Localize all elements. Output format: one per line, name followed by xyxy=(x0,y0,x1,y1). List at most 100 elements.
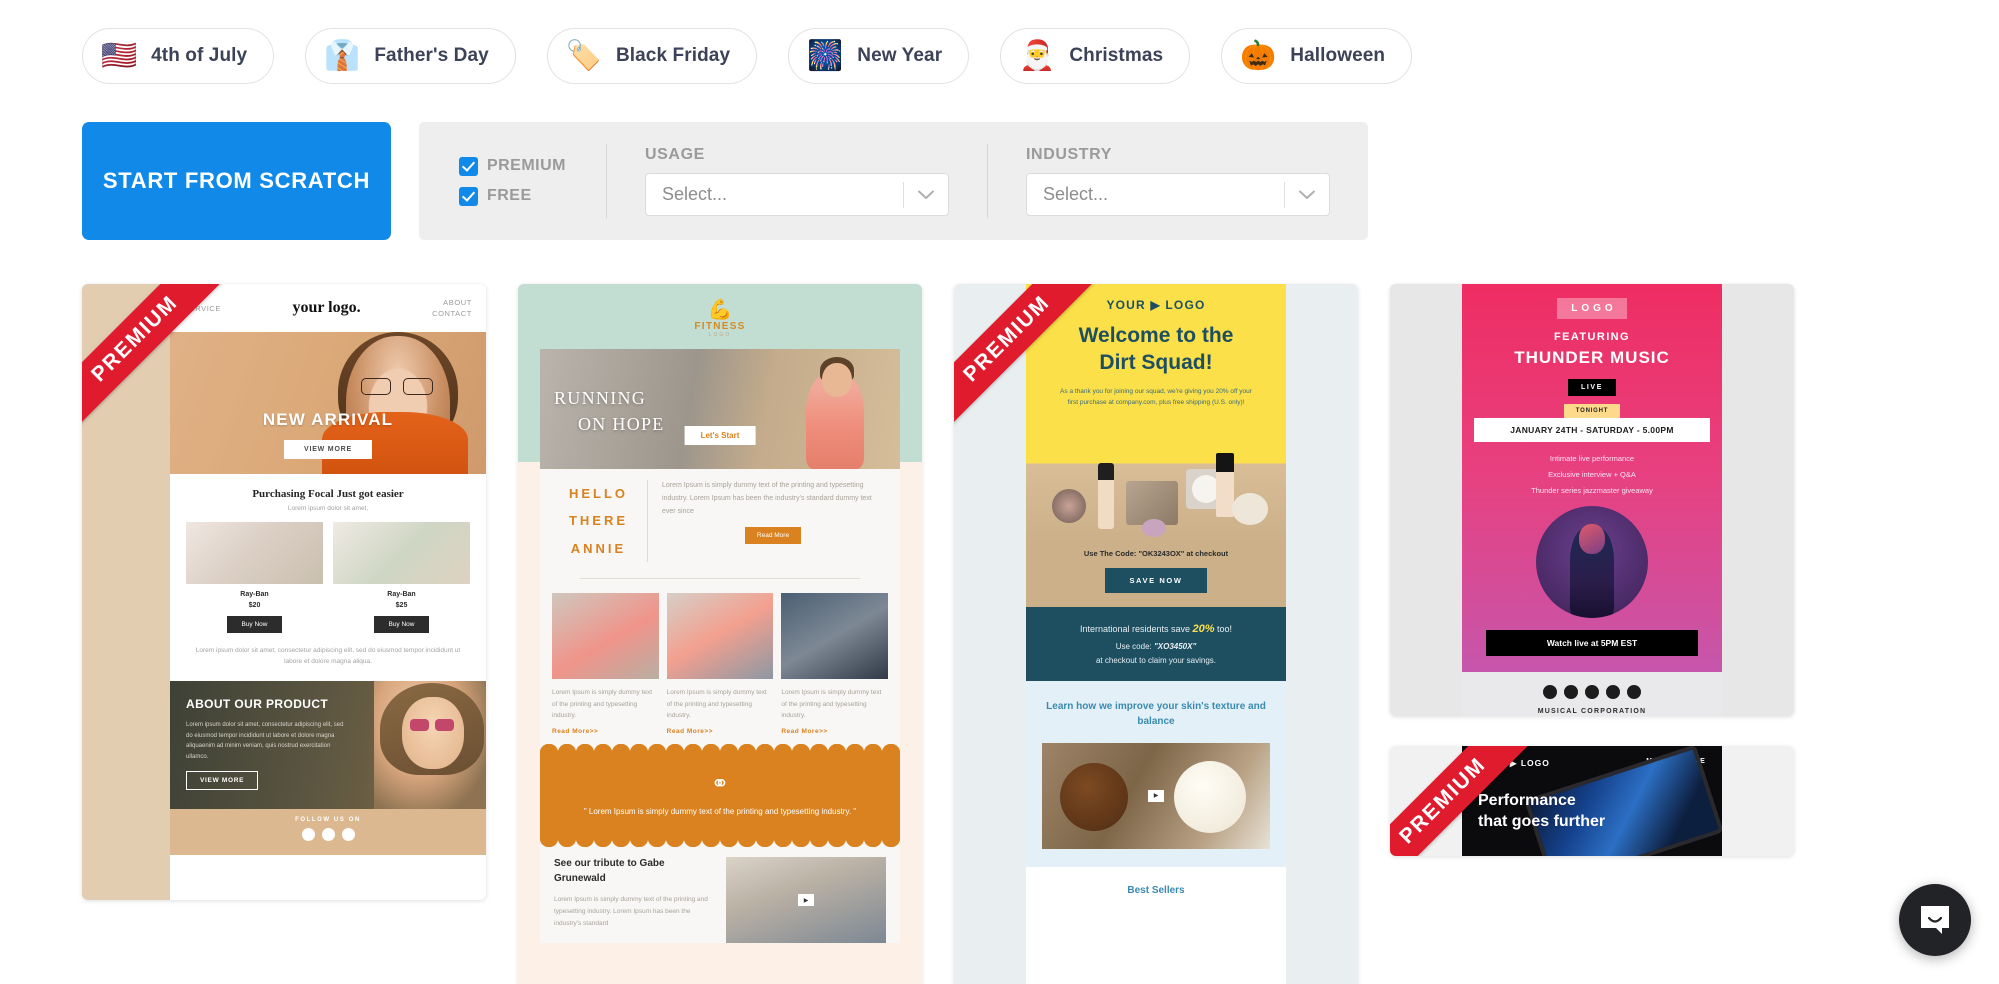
youtube-icon xyxy=(1627,685,1641,700)
industry-select-value: Select... xyxy=(1043,184,1109,204)
hero-line-1: RUNNING xyxy=(554,388,647,408)
about-heading: ABOUT OUR PRODUCT xyxy=(186,697,329,712)
item-caption: Lorem Ipsum is simply dummy text of the … xyxy=(781,688,882,720)
chevron-down-icon[interactable] xyxy=(1285,190,1329,200)
item-image xyxy=(666,592,774,679)
email-preview: SERVICE your logo. ABOUT CONTACT NEW ARR… xyxy=(170,284,486,900)
hero-banner: NEW ARRIVAL VIEW MORE xyxy=(170,332,486,474)
template-card-new-arrival[interactable]: PREMIUM SERVICE your logo. ABOUT CONTACT xyxy=(82,284,486,900)
hero-cta-button: VIEW MORE xyxy=(283,440,373,459)
hero-title: NEW ARRIVAL xyxy=(262,410,394,429)
premium-checkbox[interactable] xyxy=(458,156,478,176)
product-item: Ray-Ban $20 Buy Now xyxy=(186,522,323,633)
holiday-chip-new-year[interactable]: 🎆 New Year xyxy=(788,28,970,84)
usage-filter-group: USAGE Select... xyxy=(607,144,988,218)
holiday-chip-label: New Year xyxy=(857,45,943,66)
nav-about-contact: ABOUT CONTACT xyxy=(432,297,472,320)
quote-banner: ⚭ " Lorem Ipsum is simply dummy text of … xyxy=(540,743,900,848)
product-image xyxy=(333,522,470,584)
template-column-2: 💪 FITNESS LOGO RUNNING ON HOPE Let's Sta… xyxy=(518,284,922,984)
hero-heading: Welcome to the Dirt Squad! xyxy=(1026,322,1286,377)
about-cta-button: VIEW MORE xyxy=(186,771,259,791)
template-card-dirt-squad[interactable]: PREMIUM YOUR ▶ LOGO Welcome to the Dirt … xyxy=(954,284,1358,984)
facebook-icon xyxy=(1543,685,1557,700)
facebook-icon xyxy=(301,828,315,842)
linkedin-icon xyxy=(1585,685,1599,700)
product-name: Ray-Ban xyxy=(387,591,416,598)
learn-video-thumb: ▶ xyxy=(1042,742,1270,849)
holiday-chip-label: Father's Day xyxy=(374,45,489,66)
tribute-section: See our tribute to Gabe Grunewald Lorem … xyxy=(540,839,900,944)
live-badge: LIVE xyxy=(1568,379,1616,396)
item-read-more-link: Read More>> xyxy=(552,727,599,735)
holiday-chip-black-friday[interactable]: 🏷️ Black Friday xyxy=(546,28,758,84)
product-row: Ray-Ban $20 Buy Now Ray-Ban $25 Buy Now xyxy=(170,522,486,633)
about-section: ABOUT OUR PRODUCT Lorem ipsum dolor sit … xyxy=(170,681,486,810)
event-date: JANUARY 24TH - SATURDAY - 5.00PM xyxy=(1474,418,1710,442)
hero-heading-line-2: Dirt Squad! xyxy=(1099,351,1213,375)
cosmetics-photo xyxy=(1026,414,1286,543)
rose-flower xyxy=(1232,492,1268,525)
template-grid: PREMIUM SERVICE your logo. ABOUT CONTACT xyxy=(82,284,1922,984)
black-friday-badge-icon: 🏷️ xyxy=(565,39,602,72)
about-text-block: ABOUT OUR PRODUCT Lorem ipsum dolor sit … xyxy=(170,681,350,791)
item-read-more-link: Read More>> xyxy=(666,727,713,735)
three-up-item: Lorem Ipsum is simply dummy text of the … xyxy=(666,592,774,735)
holiday-chip-fathers-day[interactable]: 👔 Father's Day xyxy=(305,28,516,84)
event-bullet: Exclusive interview + Q&A xyxy=(1548,469,1636,479)
template-card-fitness[interactable]: 💪 FITNESS LOGO RUNNING ON HOPE Let's Sta… xyxy=(518,284,922,984)
intl-headline: International residents save 20% too! xyxy=(1046,623,1266,635)
glasses-icon xyxy=(361,378,433,395)
hello-line-2: THERE xyxy=(568,513,629,529)
tribute-video-thumb: ▶ xyxy=(726,857,886,944)
filter-panel: PREMIUM FREE USAGE Select... INDUSTRY Se… xyxy=(418,122,1368,240)
instagram-icon xyxy=(321,828,335,842)
holiday-chip-halloween[interactable]: 🎃 Halloween xyxy=(1221,28,1413,84)
premium-checkbox-row[interactable]: PREMIUM xyxy=(458,156,566,176)
hello-line-3: ANNIE xyxy=(570,540,627,556)
product-name: Ray-Ban xyxy=(240,591,269,598)
holiday-chip-label: Black Friday xyxy=(615,45,731,66)
company-name: MUSICAL CORPORATION xyxy=(1537,708,1647,716)
fitness-hero-title: RUNNING ON HOPE xyxy=(554,385,665,437)
chevron-down-icon[interactable] xyxy=(904,190,948,200)
template-card-performance[interactable]: PREMIUM YOUR ▶ LOGO MODEL NAME Performan… xyxy=(1390,746,1794,856)
tribute-text: See our tribute to Gabe Grunewald Lorem … xyxy=(554,857,714,943)
intl-checkout-line: at checkout to claim your savings. xyxy=(1095,655,1217,665)
hero-line-2: ON HOPE xyxy=(578,414,665,435)
item-read-more-link: Read More>> xyxy=(781,727,828,735)
template-card-thunder-music[interactable]: LOGO FEATURING THUNDER MUSIC LIVE TONIGH… xyxy=(1390,284,1794,716)
beauty-blender xyxy=(1142,518,1166,537)
free-checkbox[interactable] xyxy=(458,186,478,206)
event-bullet: Intimate live performance xyxy=(1549,454,1635,463)
singer-head xyxy=(1579,524,1605,555)
section-subheading: Lorem ipsum dolor sit amet, xyxy=(287,505,369,512)
free-checkbox-row[interactable]: FREE xyxy=(458,186,566,206)
free-checkbox-label: FREE xyxy=(486,187,532,204)
start-from-scratch-button[interactable]: START FROM SCRATCH xyxy=(82,122,391,240)
nav-contact-link: CONTACT xyxy=(432,309,472,318)
lipstick-product xyxy=(1098,462,1114,529)
item-caption: Lorem Ipsum is simply dummy text of the … xyxy=(552,688,653,720)
premium-checkbox-label: PREMIUM xyxy=(486,157,566,174)
holiday-chip-4th-of-july[interactable]: 🇺🇸 4th of July xyxy=(82,28,275,84)
social-row xyxy=(1462,685,1722,700)
best-sellers-heading: Best Sellers xyxy=(1026,866,1286,906)
buy-now-button: Buy Now xyxy=(227,616,282,633)
learn-heading: Learn how we improve your skin's texture… xyxy=(1046,700,1266,727)
industry-select[interactable]: Select... xyxy=(1026,173,1330,216)
social-row xyxy=(170,828,486,842)
tonight-badge: TONIGHT xyxy=(1564,404,1620,418)
hero-heading: Performance that goes further xyxy=(1478,790,1605,832)
chat-launcher-button[interactable] xyxy=(1899,884,1971,956)
holiday-filter-row: 🇺🇸 4th of July 👔 Father's Day 🏷️ Black F… xyxy=(0,0,1999,84)
holiday-chip-christmas[interactable]: 🎅 Christmas xyxy=(1000,28,1191,84)
usage-select[interactable]: Select... xyxy=(645,173,949,216)
international-banner: International residents save 20% too! Us… xyxy=(1026,606,1286,681)
product-image xyxy=(186,522,323,584)
hello-line-1: HELLO xyxy=(568,486,629,501)
item-caption: Lorem Ipsum is simply dummy text of the … xyxy=(666,688,767,720)
template-column-4: LOGO FEATURING THUNDER MUSIC LIVE TONIGH… xyxy=(1390,284,1794,984)
intl-text-a: International residents save xyxy=(1079,623,1193,634)
holiday-chip-label: 4th of July xyxy=(151,45,248,66)
